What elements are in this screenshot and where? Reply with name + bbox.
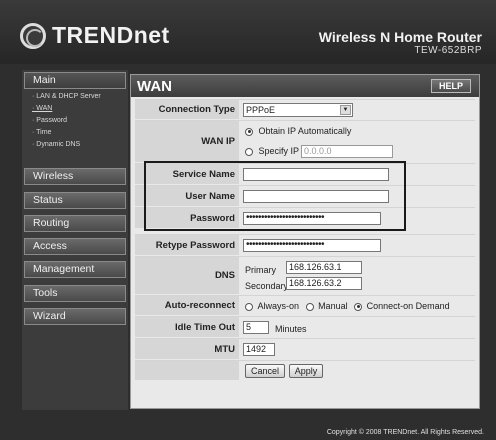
connection-type-select[interactable]: PPPoE ▼ bbox=[243, 103, 353, 117]
sub-item-time[interactable]: · Time bbox=[32, 129, 51, 136]
page-header: TRENDnet Wireless N Home Router TEW-652B… bbox=[0, 0, 496, 64]
idle-time-out-unit: Minutes bbox=[275, 324, 307, 334]
sub-item-wan[interactable]: · WAN bbox=[32, 105, 52, 112]
menu-wireless[interactable]: Wireless bbox=[24, 168, 126, 185]
connect-on-demand-radio[interactable] bbox=[354, 302, 363, 311]
trendnet-logo-icon bbox=[20, 22, 46, 49]
dns-label: DNS bbox=[135, 257, 239, 294]
sub-item-lan-dhcp[interactable]: · LAN & DHCP Server bbox=[32, 93, 101, 100]
wan-panel: WAN HELP Connection Type PPPoE ▼ WAN IP … bbox=[130, 74, 480, 409]
wan-ip-label: WAN IP bbox=[135, 121, 239, 162]
menu-routing[interactable]: Routing bbox=[24, 215, 126, 232]
dns-secondary-input[interactable]: 168.126.63.2 bbox=[286, 277, 362, 290]
manual-label: Manual bbox=[318, 301, 348, 311]
row-dns: DNS Primary 168.126.63.1 Secondary 168.1… bbox=[135, 256, 475, 294]
brand-name: TRENDnet bbox=[52, 22, 170, 48]
menu-management[interactable]: Management bbox=[24, 261, 126, 278]
help-button[interactable]: HELP bbox=[431, 79, 471, 93]
always-on-label: Always-on bbox=[257, 301, 300, 311]
sidebar-nav: Main · LAN & DHCP Server · WAN · Passwor… bbox=[22, 70, 128, 410]
row-connection-type: Connection Type PPPoE ▼ bbox=[135, 99, 475, 119]
mtu-input[interactable]: 1492 bbox=[243, 343, 275, 356]
product-model: TEW-652BRP bbox=[414, 45, 482, 56]
mtu-label: MTU bbox=[135, 339, 239, 359]
connect-on-demand-label: Connect-on Demand bbox=[366, 301, 450, 311]
row-auto-reconnect: Auto-reconnect Always-on Manual Connect-… bbox=[135, 295, 475, 315]
manual-radio[interactable] bbox=[305, 302, 314, 311]
page-title: WAN bbox=[137, 78, 172, 95]
always-on-radio[interactable] bbox=[245, 302, 253, 311]
connection-type-label: Connection Type bbox=[135, 100, 239, 119]
apply-button[interactable]: Apply bbox=[289, 364, 323, 378]
idle-time-out-label: Idle Time Out bbox=[135, 317, 239, 337]
row-buttons: Cancel Apply bbox=[135, 360, 475, 380]
specify-ip-label: Specify IP bbox=[258, 146, 300, 156]
specify-ip-input[interactable]: 0.0.0.0 bbox=[301, 145, 393, 158]
dns-primary-input[interactable]: 168.126.63.1 bbox=[286, 261, 362, 274]
connection-type-value: PPPoE bbox=[246, 105, 276, 115]
retype-password-label: Retype Password bbox=[135, 235, 239, 255]
menu-status[interactable]: Status bbox=[24, 192, 126, 209]
chevron-down-icon: ▼ bbox=[340, 105, 351, 115]
row-mtu: MTU 1492 bbox=[135, 338, 475, 359]
highlight-box bbox=[144, 161, 406, 231]
sub-item-dynamic-dns[interactable]: · Dynamic DNS bbox=[32, 141, 80, 148]
obtain-ip-label: Obtain IP Automatically bbox=[258, 126, 352, 136]
brand-logo: TRENDnet bbox=[20, 22, 170, 49]
auto-reconnect-label: Auto-reconnect bbox=[135, 296, 239, 315]
product-title: Wireless N Home Router TEW-652BRP bbox=[319, 30, 482, 58]
sub-item-password[interactable]: · Password bbox=[32, 117, 67, 124]
product-name: Wireless N Home Router bbox=[318, 29, 482, 45]
dns-secondary-label: Secondary bbox=[245, 281, 289, 291]
dns-primary-label: Primary bbox=[245, 265, 276, 275]
copyright-footer: Copyright © 2008 TRENDnet. All Rights Re… bbox=[326, 429, 484, 436]
panel-header: WAN HELP bbox=[131, 75, 479, 97]
menu-main[interactable]: Main bbox=[24, 72, 126, 89]
cancel-button[interactable]: Cancel bbox=[245, 364, 285, 378]
menu-wizard[interactable]: Wizard bbox=[24, 308, 126, 325]
row-wan-ip: WAN IP Obtain IP Automatically Specify I… bbox=[135, 120, 475, 162]
idle-time-out-input[interactable]: 5 bbox=[243, 321, 269, 334]
menu-tools[interactable]: Tools bbox=[24, 285, 126, 302]
retype-password-input[interactable]: •••••••••••••••••••••••••• bbox=[243, 239, 381, 252]
specify-ip-radio[interactable] bbox=[245, 147, 253, 156]
row-idle-time-out: Idle Time Out 5 Minutes bbox=[135, 316, 475, 337]
row-retype-password: Retype Password ••••••••••••••••••••••••… bbox=[135, 234, 475, 255]
menu-access[interactable]: Access bbox=[24, 238, 126, 255]
obtain-ip-radio[interactable] bbox=[245, 127, 253, 136]
